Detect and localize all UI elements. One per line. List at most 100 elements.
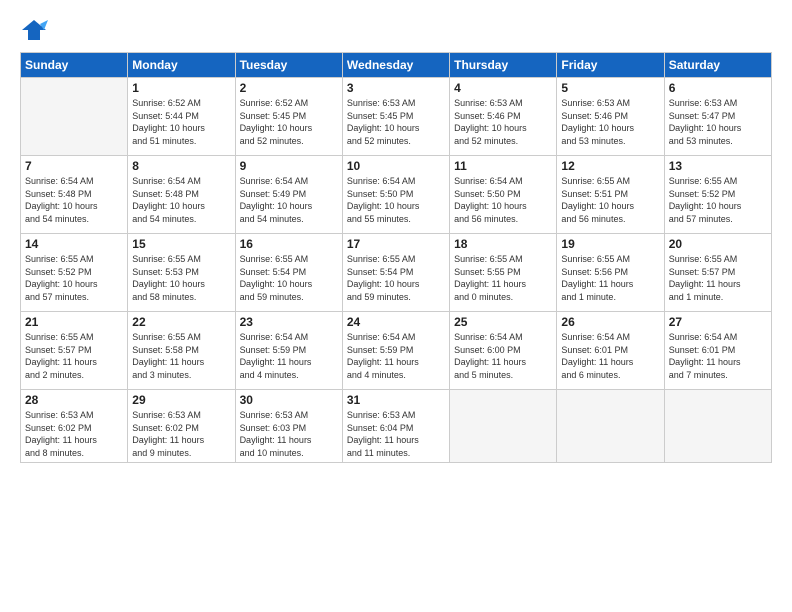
day-number: 20 bbox=[669, 237, 767, 251]
calendar-cell bbox=[21, 78, 128, 156]
day-info: Sunrise: 6:54 AM Sunset: 5:48 PM Dayligh… bbox=[132, 175, 230, 225]
calendar-cell: 24 Sunrise: 6:54 AM Sunset: 5:59 PM Dayli… bbox=[342, 312, 449, 390]
calendar-cell: 6 Sunrise: 6:53 AM Sunset: 5:47 PM Daylig… bbox=[664, 78, 771, 156]
day-number: 2 bbox=[240, 81, 338, 95]
day-info: Sunrise: 6:53 AM Sunset: 5:46 PM Dayligh… bbox=[454, 97, 552, 147]
calendar-cell: 18 Sunrise: 6:55 AM Sunset: 5:55 PM Dayli… bbox=[450, 234, 557, 312]
day-info: Sunrise: 6:54 AM Sunset: 5:59 PM Dayligh… bbox=[347, 331, 445, 381]
day-info: Sunrise: 6:54 AM Sunset: 5:50 PM Dayligh… bbox=[454, 175, 552, 225]
day-number: 30 bbox=[240, 393, 338, 407]
day-info: Sunrise: 6:55 AM Sunset: 5:58 PM Dayligh… bbox=[132, 331, 230, 381]
day-number: 7 bbox=[25, 159, 123, 173]
calendar-cell: 13 Sunrise: 6:55 AM Sunset: 5:52 PM Dayli… bbox=[664, 156, 771, 234]
weekday-header-saturday: Saturday bbox=[664, 53, 771, 78]
day-number: 8 bbox=[132, 159, 230, 173]
day-number: 6 bbox=[669, 81, 767, 95]
day-number: 17 bbox=[347, 237, 445, 251]
calendar-cell bbox=[664, 390, 771, 463]
day-number: 21 bbox=[25, 315, 123, 329]
weekday-header-row: SundayMondayTuesdayWednesdayThursdayFrid… bbox=[21, 53, 772, 78]
calendar-cell: 27 Sunrise: 6:54 AM Sunset: 6:01 PM Dayli… bbox=[664, 312, 771, 390]
day-info: Sunrise: 6:54 AM Sunset: 5:59 PM Dayligh… bbox=[240, 331, 338, 381]
day-info: Sunrise: 6:53 AM Sunset: 6:03 PM Dayligh… bbox=[240, 409, 338, 459]
day-number: 29 bbox=[132, 393, 230, 407]
calendar-cell: 16Sunrise: 6:55 AM Sunset: 5:54 PM Dayli… bbox=[235, 234, 342, 312]
calendar-cell bbox=[450, 390, 557, 463]
calendar-cell: 29 Sunrise: 6:53 AM Sunset: 6:02 PM Dayli… bbox=[128, 390, 235, 463]
calendar-cell: 21 Sunrise: 6:55 AM Sunset: 5:57 PM Dayli… bbox=[21, 312, 128, 390]
calendar-week-4: 21 Sunrise: 6:55 AM Sunset: 5:57 PM Dayli… bbox=[21, 312, 772, 390]
calendar-cell: 10 Sunrise: 6:54 AM Sunset: 5:50 PM Dayli… bbox=[342, 156, 449, 234]
day-number: 14 bbox=[25, 237, 123, 251]
day-info: Sunrise: 6:55 AM Sunset: 5:53 PM Dayligh… bbox=[132, 253, 230, 303]
page: SundayMondayTuesdayWednesdayThursdayFrid… bbox=[0, 0, 792, 612]
calendar-week-1: 1 Sunrise: 6:52 AM Sunset: 5:44 PM Daylig… bbox=[21, 78, 772, 156]
logo bbox=[20, 16, 50, 44]
day-number: 25 bbox=[454, 315, 552, 329]
calendar-cell: 14 Sunrise: 6:55 AM Sunset: 5:52 PM Dayli… bbox=[21, 234, 128, 312]
day-info: Sunrise: 6:54 AM Sunset: 6:01 PM Dayligh… bbox=[669, 331, 767, 381]
day-number: 22 bbox=[132, 315, 230, 329]
calendar-cell: 20Sunrise: 6:55 AM Sunset: 5:57 PM Dayli… bbox=[664, 234, 771, 312]
day-number: 1 bbox=[132, 81, 230, 95]
calendar-cell: 25 Sunrise: 6:54 AM Sunset: 6:00 PM Dayli… bbox=[450, 312, 557, 390]
calendar-cell: 28 Sunrise: 6:53 AM Sunset: 6:02 PM Dayli… bbox=[21, 390, 128, 463]
day-number: 26 bbox=[561, 315, 659, 329]
day-info: Sunrise: 6:55 AM Sunset: 5:52 PM Dayligh… bbox=[25, 253, 123, 303]
day-number: 13 bbox=[669, 159, 767, 173]
calendar-cell: 23 Sunrise: 6:54 AM Sunset: 5:59 PM Dayli… bbox=[235, 312, 342, 390]
day-number: 23 bbox=[240, 315, 338, 329]
day-info: Sunrise: 6:53 AM Sunset: 6:04 PM Dayligh… bbox=[347, 409, 445, 459]
day-number: 11 bbox=[454, 159, 552, 173]
weekday-header-wednesday: Wednesday bbox=[342, 53, 449, 78]
day-number: 27 bbox=[669, 315, 767, 329]
day-info: Sunrise: 6:55 AM Sunset: 5:57 PM Dayligh… bbox=[25, 331, 123, 381]
calendar-cell: 15 Sunrise: 6:55 AM Sunset: 5:53 PM Dayli… bbox=[128, 234, 235, 312]
calendar-cell: 11 Sunrise: 6:54 AM Sunset: 5:50 PM Dayli… bbox=[450, 156, 557, 234]
calendar-cell: 31 Sunrise: 6:53 AM Sunset: 6:04 PM Dayli… bbox=[342, 390, 449, 463]
day-info: Sunrise: 6:55 AM Sunset: 5:54 PM Dayligh… bbox=[240, 253, 338, 303]
weekday-header-sunday: Sunday bbox=[21, 53, 128, 78]
calendar-cell: 19Sunrise: 6:55 AM Sunset: 5:56 PM Dayli… bbox=[557, 234, 664, 312]
day-number: 9 bbox=[240, 159, 338, 173]
day-info: Sunrise: 6:54 AM Sunset: 5:48 PM Dayligh… bbox=[25, 175, 123, 225]
day-number: 12 bbox=[561, 159, 659, 173]
day-info: Sunrise: 6:54 AM Sunset: 5:50 PM Dayligh… bbox=[347, 175, 445, 225]
calendar-cell: 7 Sunrise: 6:54 AM Sunset: 5:48 PM Daylig… bbox=[21, 156, 128, 234]
weekday-header-monday: Monday bbox=[128, 53, 235, 78]
day-info: Sunrise: 6:54 AM Sunset: 6:01 PM Dayligh… bbox=[561, 331, 659, 381]
day-info: Sunrise: 6:55 AM Sunset: 5:54 PM Dayligh… bbox=[347, 253, 445, 303]
day-number: 5 bbox=[561, 81, 659, 95]
calendar-week-3: 14 Sunrise: 6:55 AM Sunset: 5:52 PM Dayli… bbox=[21, 234, 772, 312]
calendar-cell: 2Sunrise: 6:52 AM Sunset: 5:45 PM Daylig… bbox=[235, 78, 342, 156]
day-info: Sunrise: 6:53 AM Sunset: 5:47 PM Dayligh… bbox=[669, 97, 767, 147]
header bbox=[20, 16, 772, 44]
day-number: 31 bbox=[347, 393, 445, 407]
day-number: 3 bbox=[347, 81, 445, 95]
calendar-cell: 12 Sunrise: 6:55 AM Sunset: 5:51 PM Dayli… bbox=[557, 156, 664, 234]
calendar-cell: 8 Sunrise: 6:54 AM Sunset: 5:48 PM Daylig… bbox=[128, 156, 235, 234]
calendar-cell: 3 Sunrise: 6:53 AM Sunset: 5:45 PM Daylig… bbox=[342, 78, 449, 156]
day-info: Sunrise: 6:55 AM Sunset: 5:51 PM Dayligh… bbox=[561, 175, 659, 225]
day-number: 28 bbox=[25, 393, 123, 407]
day-info: Sunrise: 6:53 AM Sunset: 6:02 PM Dayligh… bbox=[25, 409, 123, 459]
day-number: 24 bbox=[347, 315, 445, 329]
day-number: 4 bbox=[454, 81, 552, 95]
calendar-cell: 30 Sunrise: 6:53 AM Sunset: 6:03 PM Dayli… bbox=[235, 390, 342, 463]
day-info: Sunrise: 6:55 AM Sunset: 5:56 PM Dayligh… bbox=[561, 253, 659, 303]
calendar-week-5: 28 Sunrise: 6:53 AM Sunset: 6:02 PM Dayli… bbox=[21, 390, 772, 463]
day-info: Sunrise: 6:52 AM Sunset: 5:44 PM Dayligh… bbox=[132, 97, 230, 147]
day-info: Sunrise: 6:53 AM Sunset: 5:45 PM Dayligh… bbox=[347, 97, 445, 147]
day-number: 18 bbox=[454, 237, 552, 251]
day-info: Sunrise: 6:53 AM Sunset: 6:02 PM Dayligh… bbox=[132, 409, 230, 459]
calendar-cell: 17 Sunrise: 6:55 AM Sunset: 5:54 PM Dayli… bbox=[342, 234, 449, 312]
day-info: Sunrise: 6:55 AM Sunset: 5:52 PM Dayligh… bbox=[669, 175, 767, 225]
calendar-cell: 26 Sunrise: 6:54 AM Sunset: 6:01 PM Dayli… bbox=[557, 312, 664, 390]
calendar-table: SundayMondayTuesdayWednesdayThursdayFrid… bbox=[20, 52, 772, 463]
day-info: Sunrise: 6:54 AM Sunset: 6:00 PM Dayligh… bbox=[454, 331, 552, 381]
calendar-cell: 1 Sunrise: 6:52 AM Sunset: 5:44 PM Daylig… bbox=[128, 78, 235, 156]
day-number: 10 bbox=[347, 159, 445, 173]
day-info: Sunrise: 6:53 AM Sunset: 5:46 PM Dayligh… bbox=[561, 97, 659, 147]
day-info: Sunrise: 6:55 AM Sunset: 5:55 PM Dayligh… bbox=[454, 253, 552, 303]
day-number: 15 bbox=[132, 237, 230, 251]
